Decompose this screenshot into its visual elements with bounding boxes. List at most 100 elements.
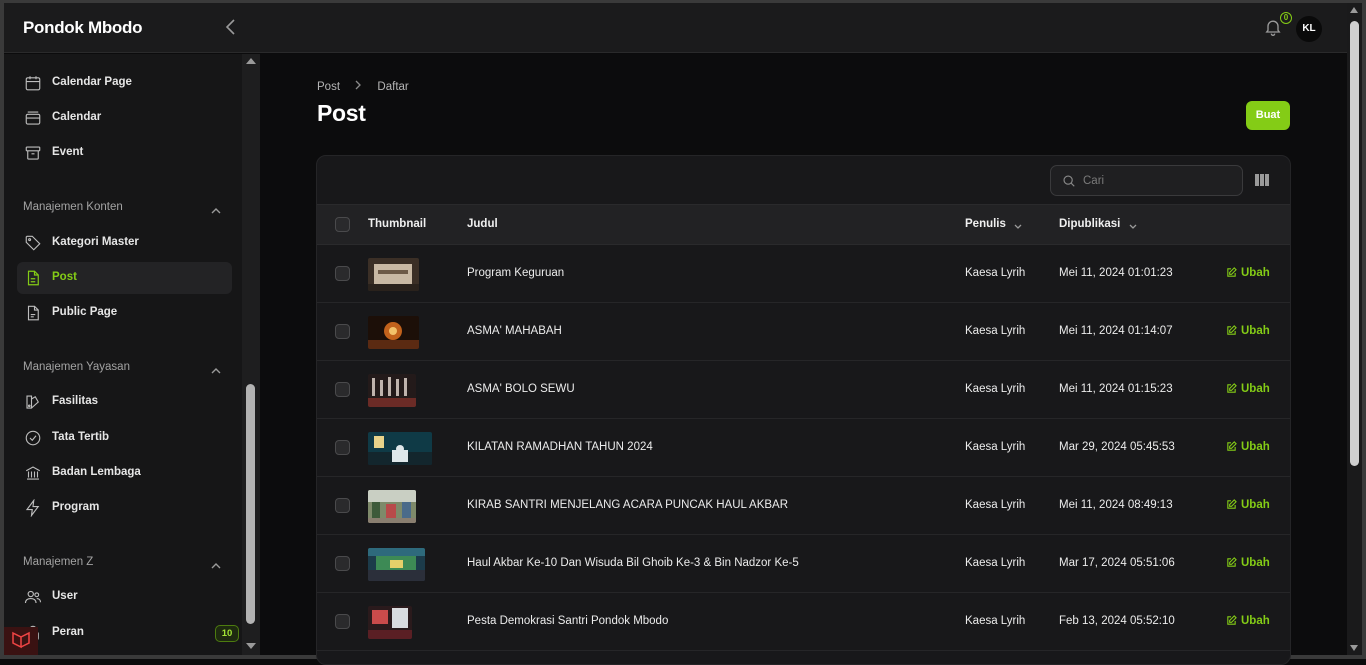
collapse-sidebar-icon[interactable] [225, 18, 239, 38]
chevron-down-icon [1129, 221, 1137, 229]
cell-penulis: Kaesa Lyrih [965, 267, 1026, 279]
pencil-square-icon [1227, 325, 1237, 335]
row-checkbox[interactable] [335, 556, 350, 571]
pencil-square-icon [1227, 557, 1237, 567]
building-library-icon [24, 464, 42, 482]
table-row[interactable]: Haul Akbar Ke-10 Dan Wisuda Bil Ghoib Ke… [317, 535, 1290, 593]
thumbnail-image [368, 258, 419, 291]
edit-label: Ubah [1241, 615, 1270, 627]
sidebar-item-kategori-master[interactable]: Kategori Master [17, 227, 232, 259]
inbox-stack-icon [24, 109, 42, 127]
sidebar-item-label: Kategori Master [52, 236, 139, 248]
brand-name[interactable]: Pondok Mbodo [23, 18, 142, 38]
select-all-checkbox[interactable] [335, 217, 350, 232]
edit-button[interactable]: Ubah [1226, 383, 1270, 395]
chevron-up-icon[interactable] [211, 202, 221, 214]
cell-judul: Haul Akbar Ke-10 Dan Wisuda Bil Ghoib Ke… [467, 557, 799, 569]
cell-dipublikasi: Mei 11, 2024 01:15:23 [1059, 383, 1173, 395]
sidebar-item-label: Calendar [52, 111, 102, 123]
cell-dipublikasi: Mar 29, 2024 05:45:53 [1059, 441, 1175, 453]
sidebar-scrollbar-thumb[interactable] [246, 384, 255, 624]
column-header-label: Dipublikasi [1059, 218, 1121, 230]
sidebar-item-user[interactable]: User [17, 581, 232, 613]
table-row[interactable]: Pesta Demokrasi Santri Pondok Mbodo Kaes… [317, 593, 1290, 651]
cell-penulis: Kaesa Lyrih [965, 557, 1026, 569]
notification-count-badge: 0 [1280, 12, 1292, 24]
sidebar-item-public-page[interactable]: Public Page [17, 297, 232, 329]
scroll-down-arrow-icon[interactable] [1350, 645, 1358, 651]
edit-button[interactable]: Ubah [1226, 615, 1270, 627]
sidebar-item-post[interactable]: Post [17, 262, 232, 294]
chevron-up-icon[interactable] [211, 557, 221, 569]
document-icon [24, 304, 42, 322]
row-checkbox[interactable] [335, 498, 350, 513]
scroll-up-arrow-icon[interactable] [246, 58, 256, 64]
row-checkbox[interactable] [335, 614, 350, 629]
page-scrollbar-thumb[interactable] [1350, 21, 1359, 466]
create-button[interactable]: Buat [1246, 101, 1290, 130]
sidebar-item-label: Program [52, 501, 100, 513]
thumbnail-image [368, 606, 412, 639]
chevron-down-icon [1014, 221, 1022, 229]
sidebar-group-manajemen-z[interactable]: Manajemen Z [23, 556, 93, 568]
pencil-square-icon [1227, 441, 1237, 451]
table-row[interactable]: ASMA' MAHABAH Kaesa Lyrih Mei 11, 2024 0… [317, 303, 1290, 361]
column-header-dipublikasi[interactable]: Dipublikasi [1059, 218, 1137, 230]
cell-dipublikasi: Feb 13, 2024 05:52:10 [1059, 615, 1175, 627]
users-icon [24, 588, 42, 606]
sidebar-group-manajemen-konten[interactable]: Manajemen Konten [23, 201, 123, 213]
sidebar-item-tata-tertib[interactable]: Tata Tertib [17, 422, 232, 454]
pencil-square-icon [1227, 499, 1237, 509]
laravel-logo-icon[interactable] [4, 627, 38, 655]
table-row[interactable]: KIRAB SANTRI MENJELANG ACARA PUNCAK HAUL… [317, 477, 1290, 535]
edit-button[interactable]: Ubah [1226, 325, 1270, 337]
sidebar-item-event[interactable]: Event [17, 137, 232, 169]
cell-dipublikasi: Mei 11, 2024 01:01:23 [1059, 267, 1173, 279]
search-input[interactable] [1083, 173, 1233, 189]
table-row[interactable]: Program Keguruan Kaesa Lyrih Mei 11, 202… [317, 245, 1290, 303]
table-row[interactable]: KILATAN RAMADHAN TAHUN 2024 Kaesa Lyrih … [317, 419, 1290, 477]
sidebar-scrollbar[interactable] [242, 54, 260, 655]
scroll-down-arrow-icon[interactable] [246, 643, 256, 649]
sidebar-item-label: User [52, 590, 78, 602]
pencil-square-icon [1227, 267, 1237, 277]
table-toolbar [317, 156, 1290, 205]
edit-label: Ubah [1241, 557, 1270, 569]
sidebar-group-manajemen-yayasan[interactable]: Manajemen Yayasan [23, 361, 130, 373]
sidebar-item-label: Public Page [52, 306, 118, 318]
avatar[interactable]: KL [1296, 16, 1322, 42]
breadcrumb: Post Daftar [317, 80, 409, 93]
breadcrumb-post[interactable]: Post [317, 81, 340, 93]
sidebar-item-program[interactable]: Program [17, 492, 232, 524]
table-row[interactable]: ASMA' BOLO SEWU Kaesa Lyrih Mei 11, 2024… [317, 361, 1290, 419]
sidebar-item-peran[interactable]: Peran 10 [17, 617, 239, 649]
column-header-penulis[interactable]: Penulis [965, 218, 1022, 230]
search-field[interactable] [1050, 165, 1243, 196]
edit-button[interactable]: Ubah [1226, 267, 1270, 279]
calendar-icon [24, 74, 42, 92]
chevron-up-icon[interactable] [211, 362, 221, 374]
row-checkbox[interactable] [335, 266, 350, 281]
edit-label: Ubah [1241, 383, 1270, 395]
archive-box-icon [24, 144, 42, 162]
sidebar-item-calendar[interactable]: Calendar [17, 102, 232, 134]
cell-judul: Program Keguruan [467, 267, 565, 279]
row-checkbox[interactable] [335, 382, 350, 397]
sidebar-item-fasilitas[interactable]: Fasilitas [17, 386, 232, 418]
sidebar-item-badan-lembaga[interactable]: Badan Lembaga [17, 457, 232, 489]
view-columns-icon[interactable] [1254, 173, 1270, 187]
pencil-square-icon [1227, 383, 1237, 393]
pencil-square-icon [1227, 615, 1237, 625]
edit-button[interactable]: Ubah [1226, 557, 1270, 569]
row-checkbox[interactable] [335, 324, 350, 339]
row-checkbox[interactable] [335, 440, 350, 455]
sidebar-item-calendar-page[interactable]: Calendar Page [17, 67, 232, 99]
sidebar-item-label: Peran [52, 626, 84, 638]
edit-button[interactable]: Ubah [1226, 441, 1270, 453]
thumbnail-image [368, 490, 416, 523]
scroll-up-arrow-icon[interactable] [1350, 7, 1358, 13]
page-scrollbar[interactable] [1347, 3, 1362, 655]
edit-button[interactable]: Ubah [1226, 499, 1270, 511]
edit-label: Ubah [1241, 325, 1270, 337]
bolt-icon [24, 498, 42, 518]
